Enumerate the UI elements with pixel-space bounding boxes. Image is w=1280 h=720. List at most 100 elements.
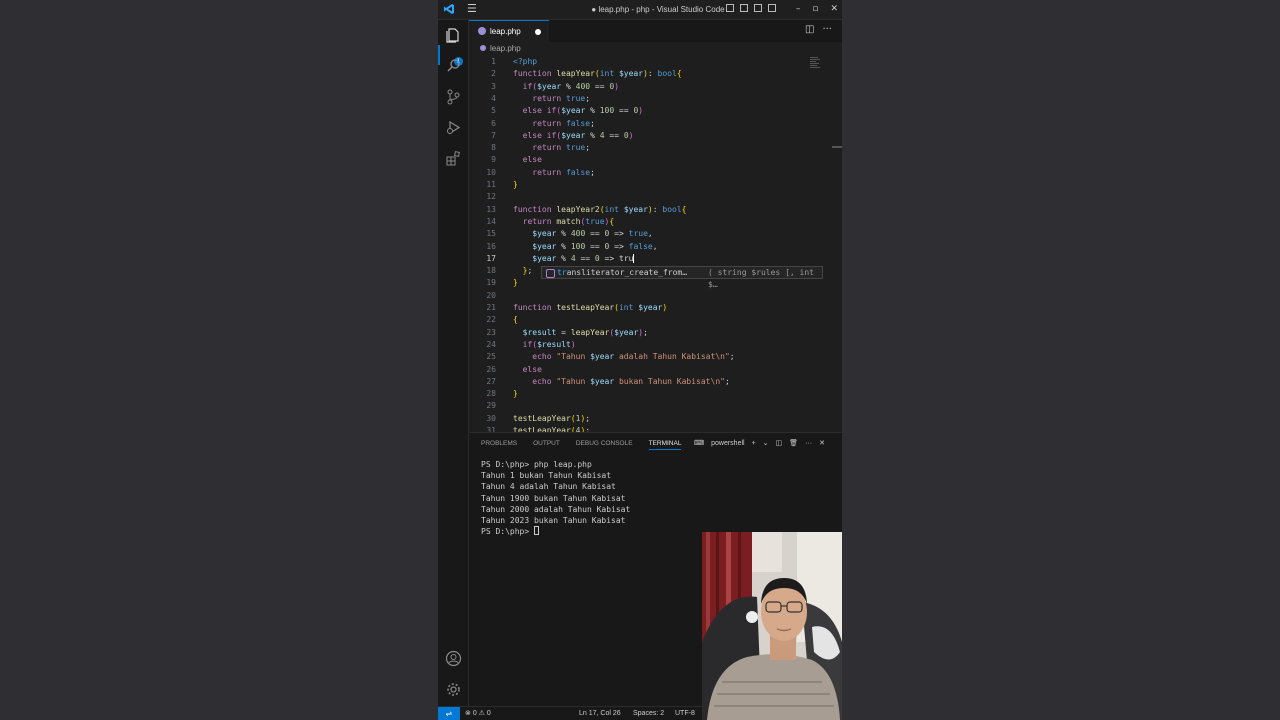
code-line[interactable]: 15 $year % 400 == 0 => true, — [469, 228, 842, 240]
toggle-sidebar-icon[interactable] — [726, 4, 734, 12]
code-line[interactable]: 31 testLeapYear(4); — [469, 425, 842, 432]
minimap[interactable] — [810, 56, 820, 76]
code-token: ; — [585, 143, 591, 153]
code-line[interactable]: 3 if($year % 400 == 0) — [469, 81, 842, 93]
code-line[interactable]: 20 — [469, 290, 842, 302]
restore-icon[interactable]: ▫ — [812, 0, 818, 19]
customize-layout-icon[interactable] — [768, 4, 776, 12]
code-line[interactable]: 4 return true; — [469, 93, 842, 105]
active-indicator — [438, 45, 440, 65]
line-number: 15 — [486, 229, 496, 239]
code-token: match — [556, 216, 581, 226]
tab-debug-console[interactable]: DEBUG CONSOLE — [576, 440, 633, 450]
tab-problems[interactable]: PROBLEMS — [481, 440, 517, 450]
minimize-icon[interactable]: – — [796, 0, 801, 19]
code-line[interactable]: 28} — [469, 388, 842, 400]
toggle-secondary-sidebar-icon[interactable] — [754, 4, 762, 12]
code-text: $year % 400 == 0 => true, — [513, 228, 652, 240]
code-line[interactable]: 27 echo "Tahun $year bukan Tahun Kabisat… — [469, 376, 842, 388]
search-icon[interactable] — [445, 57, 462, 74]
problems-status[interactable]: ⊗ 0 ⚠ 0 — [465, 707, 491, 720]
cursor-position[interactable]: Ln 17, Col 26 — [579, 707, 621, 720]
account-icon[interactable] — [445, 650, 462, 667]
hamburger-icon[interactable]: ☰ — [467, 2, 477, 16]
terminal-prompt[interactable]: PS D:\php> — [481, 526, 630, 537]
chevron-down-icon[interactable]: ⌄ — [763, 439, 769, 447]
tab-leap-php[interactable]: leap.php — [469, 20, 549, 42]
close-panel-icon[interactable]: ✕ — [819, 439, 825, 447]
code-token: function — [513, 69, 557, 79]
code-line[interactable]: 5 else if($year % 100 == 0) — [469, 105, 842, 117]
code-token: $year — [590, 376, 615, 386]
code-token: == — [590, 81, 610, 91]
code-token: == — [614, 106, 634, 116]
code-line[interactable]: 16 $year % 100 == 0 => false, — [469, 241, 842, 253]
trash-icon[interactable]: 🗑 — [789, 439, 798, 447]
split-terminal-icon[interactable]: ◫ — [776, 439, 783, 447]
unsaved-dot-icon[interactable] — [535, 29, 541, 35]
code-line[interactable]: 12 — [469, 191, 842, 203]
extensions-icon[interactable] — [445, 150, 462, 167]
line-number: 19 — [486, 278, 496, 288]
code-line[interactable]: 24 if($result) — [469, 339, 842, 351]
indentation[interactable]: Spaces: 2 — [633, 707, 664, 720]
more-actions-icon[interactable]: ··· — [822, 24, 832, 35]
code-token: ; — [643, 327, 648, 337]
terminal-output[interactable]: PS D:\php> php leap.php Tahun 1 bukan Tah… — [481, 459, 630, 537]
code-token: $year — [638, 303, 663, 312]
source-control-icon[interactable] — [445, 88, 462, 105]
remote-icon[interactable]: ⇌ — [438, 707, 460, 720]
code-line[interactable]: 8 return true; — [469, 142, 842, 154]
split-editor-icon[interactable]: ◫ — [805, 24, 814, 35]
close-icon[interactable]: ✕ — [830, 0, 838, 19]
code-line[interactable]: 14 return match(true){ — [469, 216, 842, 228]
code-line[interactable]: 22 { — [469, 314, 842, 326]
code-text: return true; — [513, 93, 590, 105]
editor-scrollbar[interactable] — [836, 56, 842, 432]
code-line[interactable]: 26 else — [469, 364, 842, 376]
tab-terminal[interactable]: TERMINAL — [648, 440, 682, 450]
tab-output[interactable]: OUTPUT — [533, 440, 560, 450]
code-token: if — [522, 339, 533, 349]
code-line[interactable]: 23 $result = leapYear($year); — [469, 327, 842, 339]
code-text: else if($year % 4 == 0) — [513, 130, 634, 142]
breadcrumb[interactable]: leap.php — [480, 43, 521, 55]
code-line[interactable]: 6 return false; — [469, 118, 842, 130]
toggle-panel-icon[interactable] — [740, 4, 748, 12]
code-token: ; — [590, 118, 595, 128]
code-token: ; — [527, 266, 533, 276]
more-actions-icon[interactable]: ··· — [805, 440, 812, 447]
shell-name[interactable]: powershell — [711, 440, 744, 447]
code-text: if($result) — [513, 339, 576, 351]
new-terminal-icon[interactable]: + — [752, 440, 756, 447]
code-line[interactable]: 9 else — [469, 154, 842, 166]
code-token: testLeapYear — [556, 303, 615, 312]
code-line[interactable]: 10 return false; — [469, 167, 842, 179]
code-line[interactable]: 13 function leapYear2(int $year): bool{ — [469, 204, 842, 216]
explorer-icon[interactable] — [445, 27, 462, 44]
code-token: tru — [619, 253, 634, 263]
settings-gear-icon[interactable] — [445, 681, 462, 698]
code-line[interactable]: 25 echo "Tahun $year adalah Tahun Kabisa… — [469, 351, 842, 363]
code-line[interactable]: 30 testLeapYear(1); — [469, 413, 842, 425]
code-line[interactable]: 17 $year % 4 == 0 => tru — [469, 253, 842, 265]
code-text: function leapYear(int $year): bool{ — [513, 68, 682, 80]
code-line[interactable]: 11} — [469, 179, 842, 191]
code-line[interactable]: 29 — [469, 400, 842, 412]
code-line[interactable]: 21 function testLeapYear(int $year) — [469, 302, 842, 314]
suggestion-widget[interactable]: transliterator_create_from… ( string $ru… — [541, 266, 823, 289]
code-line[interactable]: 2 function leapYear(int $year): bool{ — [469, 68, 842, 80]
suggestion-item[interactable]: transliterator_create_from… — [557, 267, 687, 279]
code-line[interactable]: 1 <?php — [469, 56, 842, 68]
code-token: % — [556, 229, 571, 239]
run-debug-icon[interactable] — [445, 119, 462, 136]
encoding[interactable]: UTF-8 — [675, 707, 695, 720]
code-editor[interactable]: 1 <?php 2 function leapYear(int $year): boo… — [469, 56, 842, 432]
code-line[interactable]: 7 else if($year % 4 == 0) — [469, 130, 842, 142]
code-token: return — [522, 216, 557, 226]
